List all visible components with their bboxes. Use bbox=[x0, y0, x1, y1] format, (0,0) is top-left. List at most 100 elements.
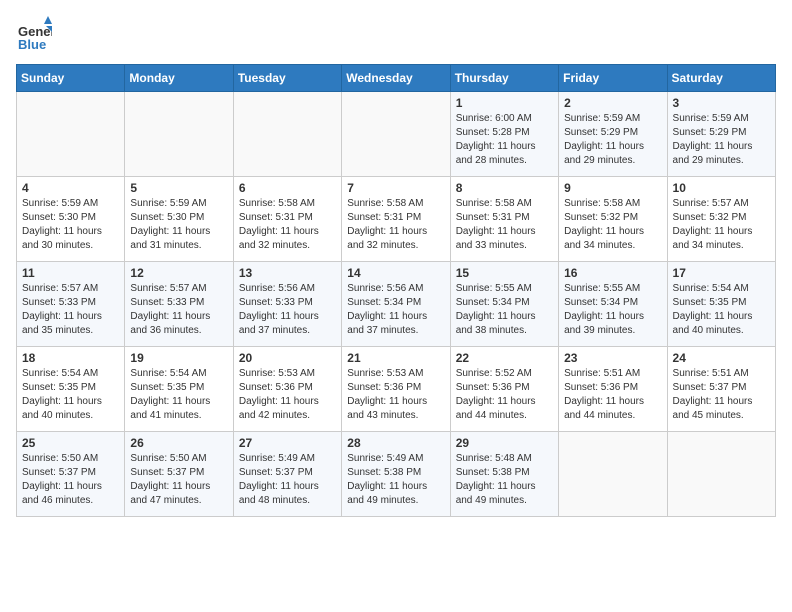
calendar-cell: 4 Sunrise: 5:59 AMSunset: 5:30 PMDaylight… bbox=[17, 177, 125, 262]
day-number: 3 bbox=[673, 96, 770, 110]
day-info: Sunrise: 5:55 AMSunset: 5:34 PMDaylight:… bbox=[456, 282, 553, 338]
calendar-cell bbox=[233, 92, 341, 177]
day-info: Sunrise: 5:59 AMSunset: 5:29 PMDaylight:… bbox=[673, 112, 770, 168]
calendar-cell bbox=[17, 92, 125, 177]
day-number: 9 bbox=[564, 181, 661, 195]
calendar-cell bbox=[667, 432, 775, 517]
col-header-friday: Friday bbox=[559, 65, 667, 92]
day-info: Sunrise: 5:51 AMSunset: 5:37 PMDaylight:… bbox=[673, 367, 770, 423]
day-info: Sunrise: 5:56 AMSunset: 5:33 PMDaylight:… bbox=[239, 282, 336, 338]
day-number: 21 bbox=[347, 351, 444, 365]
day-info: Sunrise: 5:54 AMSunset: 5:35 PMDaylight:… bbox=[673, 282, 770, 338]
calendar-cell: 21 Sunrise: 5:53 AMSunset: 5:36 PMDayligh… bbox=[342, 347, 450, 432]
logo-icon: General Blue bbox=[16, 16, 52, 52]
calendar-week-1: 1Sunrise: 6:00 AMSunset: 5:28 PMDaylight… bbox=[17, 92, 776, 177]
col-header-wednesday: Wednesday bbox=[342, 65, 450, 92]
calendar-cell: 24 Sunrise: 5:51 AMSunset: 5:37 PMDayligh… bbox=[667, 347, 775, 432]
calendar-cell bbox=[559, 432, 667, 517]
calendar-cell: 10 Sunrise: 5:57 AMSunset: 5:32 PMDayligh… bbox=[667, 177, 775, 262]
day-number: 18 bbox=[22, 351, 119, 365]
day-info: Sunrise: 5:53 AMSunset: 5:36 PMDaylight:… bbox=[239, 367, 336, 423]
day-number: 17 bbox=[673, 266, 770, 280]
calendar-cell: 22 Sunrise: 5:52 AMSunset: 5:36 PMDayligh… bbox=[450, 347, 558, 432]
day-number: 4 bbox=[22, 181, 119, 195]
day-number: 20 bbox=[239, 351, 336, 365]
day-info: Sunrise: 5:54 AMSunset: 5:35 PMDaylight:… bbox=[22, 367, 119, 423]
calendar-cell bbox=[125, 92, 233, 177]
calendar-cell: 13 Sunrise: 5:56 AMSunset: 5:33 PMDayligh… bbox=[233, 262, 341, 347]
day-number: 25 bbox=[22, 436, 119, 450]
day-info: Sunrise: 5:57 AMSunset: 5:32 PMDaylight:… bbox=[673, 197, 770, 253]
day-number: 19 bbox=[130, 351, 227, 365]
calendar-table: SundayMondayTuesdayWednesdayThursdayFrid… bbox=[16, 64, 776, 517]
day-number: 26 bbox=[130, 436, 227, 450]
svg-text:Blue: Blue bbox=[18, 37, 46, 52]
calendar-cell: 6 Sunrise: 5:58 AMSunset: 5:31 PMDaylight… bbox=[233, 177, 341, 262]
day-number: 23 bbox=[564, 351, 661, 365]
calendar-cell: 3 Sunrise: 5:59 AMSunset: 5:29 PMDaylight… bbox=[667, 92, 775, 177]
calendar-cell: 18 Sunrise: 5:54 AMSunset: 5:35 PMDayligh… bbox=[17, 347, 125, 432]
day-number: 8 bbox=[456, 181, 553, 195]
calendar-cell: 20 Sunrise: 5:53 AMSunset: 5:36 PMDayligh… bbox=[233, 347, 341, 432]
day-number: 27 bbox=[239, 436, 336, 450]
calendar-week-5: 25 Sunrise: 5:50 AMSunset: 5:37 PMDayligh… bbox=[17, 432, 776, 517]
day-info: Sunrise: 5:59 AMSunset: 5:30 PMDaylight:… bbox=[22, 197, 119, 253]
day-number: 2 bbox=[564, 96, 661, 110]
day-info: Sunrise: 5:58 AMSunset: 5:31 PMDaylight:… bbox=[347, 197, 444, 253]
day-number: 24 bbox=[673, 351, 770, 365]
calendar-cell: 8 Sunrise: 5:58 AMSunset: 5:31 PMDaylight… bbox=[450, 177, 558, 262]
col-header-tuesday: Tuesday bbox=[233, 65, 341, 92]
day-info: Sunrise: 5:51 AMSunset: 5:36 PMDaylight:… bbox=[564, 367, 661, 423]
calendar-cell bbox=[342, 92, 450, 177]
calendar-week-2: 4 Sunrise: 5:59 AMSunset: 5:30 PMDaylight… bbox=[17, 177, 776, 262]
calendar-cell: 15Sunrise: 5:55 AMSunset: 5:34 PMDayligh… bbox=[450, 262, 558, 347]
calendar-cell: 12Sunrise: 5:57 AMSunset: 5:33 PMDayligh… bbox=[125, 262, 233, 347]
calendar-cell: 25Sunrise: 5:50 AMSunset: 5:37 PMDayligh… bbox=[17, 432, 125, 517]
day-number: 10 bbox=[673, 181, 770, 195]
day-info: Sunrise: 5:58 AMSunset: 5:31 PMDaylight:… bbox=[456, 197, 553, 253]
calendar-cell: 9 Sunrise: 5:58 AMSunset: 5:32 PMDaylight… bbox=[559, 177, 667, 262]
calendar-cell: 29Sunrise: 5:48 AMSunset: 5:38 PMDayligh… bbox=[450, 432, 558, 517]
day-number: 28 bbox=[347, 436, 444, 450]
page-header: General Blue bbox=[16, 16, 776, 52]
col-header-saturday: Saturday bbox=[667, 65, 775, 92]
day-info: Sunrise: 5:57 AMSunset: 5:33 PMDaylight:… bbox=[130, 282, 227, 338]
day-info: Sunrise: 6:00 AMSunset: 5:28 PMDaylight:… bbox=[456, 112, 553, 168]
day-number: 5 bbox=[130, 181, 227, 195]
day-info: Sunrise: 5:55 AMSunset: 5:34 PMDaylight:… bbox=[564, 282, 661, 338]
day-number: 14 bbox=[347, 266, 444, 280]
day-number: 6 bbox=[239, 181, 336, 195]
day-number: 13 bbox=[239, 266, 336, 280]
col-header-sunday: Sunday bbox=[17, 65, 125, 92]
day-info: Sunrise: 5:54 AMSunset: 5:35 PMDaylight:… bbox=[130, 367, 227, 423]
calendar-cell: 7 Sunrise: 5:58 AMSunset: 5:31 PMDaylight… bbox=[342, 177, 450, 262]
day-info: Sunrise: 5:58 AMSunset: 5:32 PMDaylight:… bbox=[564, 197, 661, 253]
calendar-cell: 16 Sunrise: 5:55 AMSunset: 5:34 PMDayligh… bbox=[559, 262, 667, 347]
day-number: 16 bbox=[564, 266, 661, 280]
day-number: 22 bbox=[456, 351, 553, 365]
day-info: Sunrise: 5:48 AMSunset: 5:38 PMDaylight:… bbox=[456, 452, 553, 508]
calendar-cell: 5Sunrise: 5:59 AMSunset: 5:30 PMDaylight… bbox=[125, 177, 233, 262]
calendar-cell: 19 Sunrise: 5:54 AMSunset: 5:35 PMDayligh… bbox=[125, 347, 233, 432]
day-info: Sunrise: 5:49 AMSunset: 5:38 PMDaylight:… bbox=[347, 452, 444, 508]
day-info: Sunrise: 5:57 AMSunset: 5:33 PMDaylight:… bbox=[22, 282, 119, 338]
day-number: 7 bbox=[347, 181, 444, 195]
day-info: Sunrise: 5:53 AMSunset: 5:36 PMDaylight:… bbox=[347, 367, 444, 423]
calendar-cell: 26 Sunrise: 5:50 AMSunset: 5:37 PMDayligh… bbox=[125, 432, 233, 517]
calendar-cell: 27Sunrise: 5:49 AMSunset: 5:37 PMDayligh… bbox=[233, 432, 341, 517]
day-number: 11 bbox=[22, 266, 119, 280]
col-header-monday: Monday bbox=[125, 65, 233, 92]
col-header-thursday: Thursday bbox=[450, 65, 558, 92]
calendar-cell: 23 Sunrise: 5:51 AMSunset: 5:36 PMDayligh… bbox=[559, 347, 667, 432]
day-info: Sunrise: 5:52 AMSunset: 5:36 PMDaylight:… bbox=[456, 367, 553, 423]
logo: General Blue bbox=[16, 16, 58, 52]
day-info: Sunrise: 5:59 AMSunset: 5:29 PMDaylight:… bbox=[564, 112, 661, 168]
calendar-week-4: 18 Sunrise: 5:54 AMSunset: 5:35 PMDayligh… bbox=[17, 347, 776, 432]
calendar-cell: 28 Sunrise: 5:49 AMSunset: 5:38 PMDayligh… bbox=[342, 432, 450, 517]
calendar-header-row: SundayMondayTuesdayWednesdayThursdayFrid… bbox=[17, 65, 776, 92]
day-info: Sunrise: 5:50 AMSunset: 5:37 PMDaylight:… bbox=[130, 452, 227, 508]
day-info: Sunrise: 5:58 AMSunset: 5:31 PMDaylight:… bbox=[239, 197, 336, 253]
calendar-cell: 1Sunrise: 6:00 AMSunset: 5:28 PMDaylight… bbox=[450, 92, 558, 177]
calendar-cell: 14Sunrise: 5:56 AMSunset: 5:34 PMDayligh… bbox=[342, 262, 450, 347]
calendar-cell: 11 Sunrise: 5:57 AMSunset: 5:33 PMDayligh… bbox=[17, 262, 125, 347]
